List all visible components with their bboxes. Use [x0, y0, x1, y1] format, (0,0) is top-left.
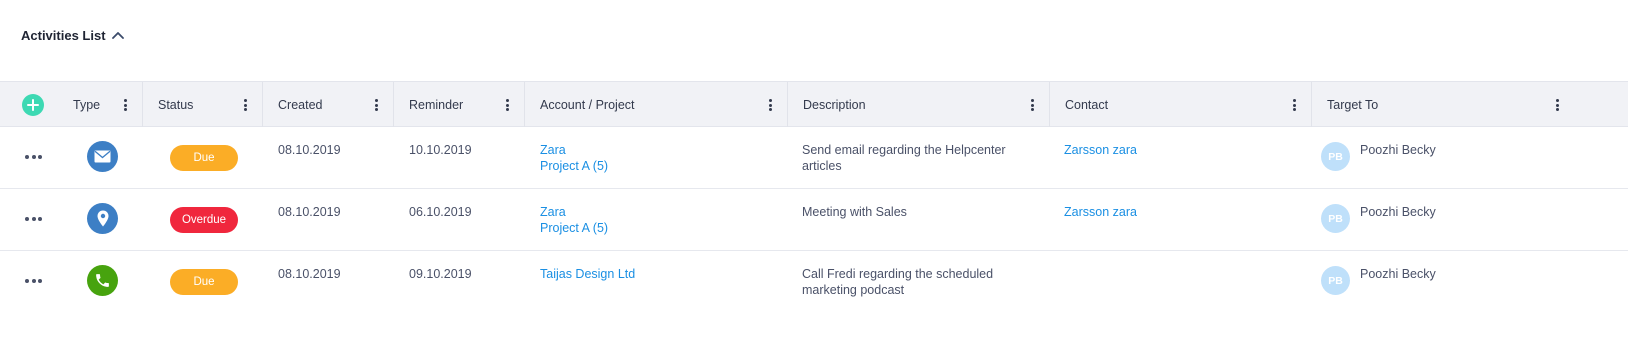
row-actions-icon[interactable]: [25, 278, 42, 284]
reminder-date: 09.10.2019: [409, 267, 472, 281]
project-link[interactable]: Project A (5): [540, 220, 608, 236]
column-label: Created: [278, 97, 323, 112]
column-menu-icon[interactable]: [373, 97, 379, 113]
section-title: Activities List: [21, 27, 106, 43]
column-menu-icon[interactable]: [242, 97, 248, 113]
plus-icon: [27, 99, 39, 111]
status-badge: Due: [170, 145, 238, 171]
avatar: PB: [1321, 142, 1350, 171]
column-menu-icon[interactable]: [122, 97, 128, 113]
column-label: Type: [73, 97, 101, 112]
column-menu-icon[interactable]: [504, 97, 510, 113]
table-row: Overdue 08.10.2019 06.10.2019 Zara Proje…: [0, 189, 1628, 251]
activities-table: Type Status Created Reminder Account / P…: [0, 81, 1628, 313]
avatar: PB: [1321, 266, 1350, 295]
contact-link[interactable]: Zarsson zara: [1064, 204, 1137, 220]
map-pin-icon: [87, 203, 118, 234]
column-label: Reminder: [409, 97, 464, 112]
created-date: 08.10.2019: [278, 267, 341, 281]
project-link[interactable]: Project A (5): [540, 158, 608, 174]
column-header-reminder[interactable]: Reminder: [394, 82, 525, 127]
created-date: 08.10.2019: [278, 205, 341, 219]
activities-list-toggle[interactable]: Activities List: [21, 26, 124, 44]
row-actions-icon[interactable]: [25, 154, 42, 160]
table-row: Due 08.10.2019 10.10.2019 Zara Project A…: [0, 127, 1628, 189]
target-name: Poozhi Becky: [1360, 205, 1436, 219]
target-name: Poozhi Becky: [1360, 267, 1436, 281]
column-label: Contact: [1065, 97, 1109, 112]
column-menu-icon[interactable]: [1554, 97, 1560, 113]
column-header-contact[interactable]: Contact: [1050, 82, 1312, 127]
table-row: Due 08.10.2019 09.10.2019 Taijas Design …: [0, 251, 1628, 313]
column-header-account-project[interactable]: Account / Project: [525, 82, 788, 127]
envelope-icon: [87, 141, 118, 172]
target-name: Poozhi Becky: [1360, 143, 1436, 157]
chevron-up-icon: [111, 32, 124, 39]
status-badge: Due: [170, 269, 238, 295]
row-actions-icon[interactable]: [25, 216, 42, 222]
column-menu-icon[interactable]: [767, 97, 773, 113]
account-link[interactable]: Zara: [540, 204, 608, 220]
column-header-description[interactable]: Description: [788, 82, 1050, 127]
column-menu-icon[interactable]: [1029, 97, 1035, 113]
account-link[interactable]: Zara: [540, 142, 608, 158]
column-menu-icon[interactable]: [1291, 97, 1297, 113]
column-label: Account / Project: [540, 97, 635, 112]
table-header: Type Status Created Reminder Account / P…: [0, 81, 1628, 127]
column-header-status[interactable]: Status: [143, 82, 263, 127]
account-link[interactable]: Taijas Design Ltd: [540, 266, 635, 282]
contact-link[interactable]: Zarsson zara: [1064, 142, 1137, 158]
column-label: Description: [803, 97, 866, 112]
column-header-target-to[interactable]: Target To: [1312, 82, 1574, 127]
column-header-created[interactable]: Created: [263, 82, 394, 127]
description-text: Meeting with Sales: [802, 205, 907, 219]
column-header-type[interactable]: Type: [58, 82, 143, 127]
created-date: 08.10.2019: [278, 143, 341, 157]
status-badge: Overdue: [170, 207, 238, 233]
add-activity-button[interactable]: [22, 94, 44, 116]
description-text: Send email regarding the Helpcenter arti…: [802, 143, 1006, 173]
avatar: PB: [1321, 204, 1350, 233]
phone-icon: [87, 265, 118, 296]
column-label: Status: [158, 97, 194, 112]
reminder-date: 10.10.2019: [409, 143, 472, 157]
column-label: Target To: [1327, 97, 1379, 112]
description-text: Call Fredi regarding the scheduled marke…: [802, 267, 994, 297]
reminder-date: 06.10.2019: [409, 205, 472, 219]
